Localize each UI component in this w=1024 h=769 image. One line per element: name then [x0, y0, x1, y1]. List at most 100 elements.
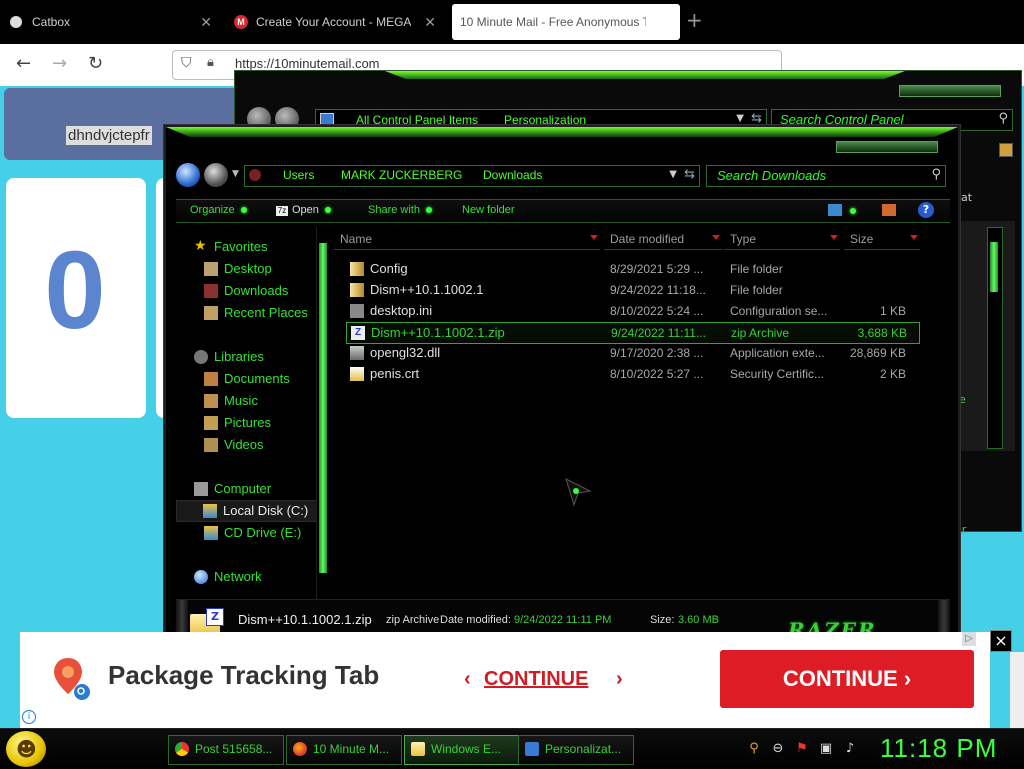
search-box[interactable]: Search Downloads ⚲	[706, 165, 946, 187]
url-text[interactable]: https://10minutemail.com	[235, 56, 380, 71]
nav-videos[interactable]: Videos	[176, 435, 322, 455]
ad-continue-button[interactable]: CONTINUE ›	[720, 650, 974, 708]
new-tab-button[interactable]: +	[686, 10, 703, 30]
share-with-button[interactable]: Share with	[368, 204, 432, 216]
help-icon[interactable]: ?	[918, 202, 934, 218]
search-tray-icon[interactable]: ⚲	[746, 741, 762, 757]
ad-title[interactable]: Package Tracking Tab	[108, 660, 379, 691]
window-controls[interactable]	[899, 85, 1001, 97]
close-tab-icon[interactable]: ✕	[200, 14, 212, 31]
clock[interactable]: 11:18 PM	[880, 733, 997, 764]
window-controls[interactable]	[836, 141, 938, 153]
chevron-down-icon[interactable]: ▼	[669, 169, 677, 180]
refresh-icon[interactable]: ⇆	[751, 111, 762, 126]
recent-places-icon	[204, 306, 218, 320]
cd-drive-icon	[204, 526, 218, 540]
organize-button[interactable]: Organize	[190, 204, 247, 216]
downloads-icon	[204, 284, 218, 298]
nav-favorites[interactable]: ★ Favorites	[176, 237, 322, 257]
file-row[interactable]: desktop.ini 8/10/2022 5:24 ... Configura…	[346, 301, 918, 321]
file-row[interactable]: penis.crt 8/10/2022 5:27 ... Security Ce…	[346, 364, 918, 384]
tab-label: Catbox	[32, 15, 71, 29]
breadcrumb-item[interactable]: MARK ZUCKERBERG	[341, 168, 462, 182]
nav-libraries[interactable]: Libraries	[176, 347, 322, 367]
catbox-icon	[10, 16, 22, 28]
shield-icon[interactable]: ⛉	[181, 55, 192, 71]
preview-pane-icon[interactable]	[882, 204, 896, 216]
recent-pages-icon[interactable]: ▼	[232, 169, 239, 179]
network-tray-icon[interactable]: ▣	[818, 741, 834, 757]
security-tray-icon[interactable]: ⚑	[794, 741, 810, 757]
scroll-thumb[interactable]	[319, 243, 327, 573]
refresh-icon[interactable]: ⇆	[684, 167, 695, 182]
minus-tray-icon[interactable]: ⊖	[770, 741, 786, 757]
info-icon[interactable]: i	[22, 710, 36, 724]
taskbar-item-firefox[interactable]: 10 Minute M...	[286, 735, 402, 765]
details-size-label: Size:	[650, 614, 675, 626]
network-icon	[194, 570, 208, 584]
scroll-thumb[interactable]	[990, 242, 998, 292]
start-button[interactable]: ☻	[6, 731, 46, 767]
file-row-selected[interactable]: Z Dism++10.1.1002.1.zip 9/24/2022 11:11.…	[346, 322, 920, 344]
folder-icon	[249, 169, 261, 181]
lock-icon[interactable]: 🔒︎	[207, 55, 214, 70]
pictures-icon	[204, 416, 218, 430]
file-row[interactable]: Config 8/29/2021 5:29 ... File folder	[346, 259, 918, 279]
nav-pictures[interactable]: Pictures	[176, 413, 322, 433]
firefox-icon	[293, 742, 307, 756]
nav-network[interactable]: Network	[176, 567, 322, 587]
nav-recent-places[interactable]: Recent Places	[176, 303, 322, 323]
smiley-icon: ☻	[16, 737, 37, 761]
nav-downloads[interactable]: Downloads	[176, 281, 322, 301]
tab-10minutemail[interactable]: 10 Minute Mail - Free Anonymous T	[452, 4, 680, 40]
breadcrumb-item[interactable]: Downloads	[483, 168, 542, 182]
taskbar-item-explorer[interactable]: Windows E...	[404, 735, 520, 765]
file-row[interactable]: opengl32.dll 9/17/2020 2:38 ... Applicat…	[346, 343, 918, 363]
nav-documents[interactable]: Documents	[176, 369, 322, 389]
nav-cd-drive[interactable]: CD Drive (E:)	[176, 523, 322, 543]
cp-scrollbar[interactable]	[987, 227, 1003, 449]
new-folder-button[interactable]: New folder	[462, 204, 515, 216]
open-button[interactable]: 7z Open	[276, 204, 331, 216]
ad-close-button[interactable]: ×	[990, 630, 1012, 652]
settings-file-icon	[350, 304, 364, 318]
tab-catbox[interactable]: Catbox ✕	[10, 4, 220, 40]
reload-icon[interactable]: ↻	[88, 53, 103, 74]
inbox-counter: 0	[44, 229, 106, 352]
column-header-size[interactable]: Size	[844, 229, 920, 250]
nav-desktop[interactable]: Desktop	[176, 259, 322, 279]
zip-icon: Z	[351, 326, 365, 340]
search-icon[interactable]: ⚲	[998, 111, 1008, 126]
address-bar[interactable]: Users MARK ZUCKERBERG Downloads ▼ ⇆	[244, 165, 700, 187]
ad-continue-link[interactable]: CONTINUE	[484, 668, 588, 691]
taskbar-item-chrome[interactable]: Post 515658...	[168, 735, 284, 765]
chevron-down-icon[interactable]: ▼	[736, 113, 744, 124]
column-header-type[interactable]: Type	[724, 229, 840, 250]
close-tab-icon[interactable]: ✕	[424, 14, 436, 31]
column-header-name[interactable]: Name	[334, 229, 600, 250]
taskbar-item-personalization[interactable]: Personalizat...	[518, 735, 634, 765]
back-icon[interactable]: ←	[16, 53, 31, 74]
search-icon[interactable]: ⚲	[931, 167, 941, 182]
nav-computer[interactable]: Computer	[176, 479, 322, 499]
breadcrumb-item[interactable]: Users	[283, 168, 314, 182]
command-bar: Organize 7z Open Share with New folder ?	[176, 199, 950, 223]
file-list: Name Date modified Type Size Config 8/29…	[334, 227, 922, 607]
email-address[interactable]: dhndvjctepfr	[66, 126, 152, 145]
page-scrollbar[interactable]	[1010, 652, 1024, 728]
nav-music[interactable]: Music	[176, 391, 322, 411]
folder-icon	[411, 742, 425, 756]
forward-icon[interactable]	[204, 163, 228, 187]
back-icon[interactable]	[176, 163, 200, 187]
volume-tray-icon[interactable]: ♪	[842, 741, 858, 757]
tab-mega[interactable]: M Create Your Account - MEGA ✕	[234, 4, 444, 40]
column-header-date[interactable]: Date modified	[604, 229, 722, 250]
forward-icon[interactable]: →	[52, 53, 67, 74]
file-list-scrollbar[interactable]	[922, 227, 934, 607]
user-icon[interactable]	[999, 143, 1013, 157]
ad-choices-icon[interactable]: ▷	[962, 632, 976, 646]
view-options-icon[interactable]	[828, 204, 842, 216]
file-row[interactable]: Dism++10.1.1002.1 9/24/2022 11:18... Fil…	[346, 280, 918, 300]
navigation-scrollbar[interactable]	[316, 227, 329, 599]
nav-local-disk[interactable]: Local Disk (C:)	[176, 500, 324, 522]
